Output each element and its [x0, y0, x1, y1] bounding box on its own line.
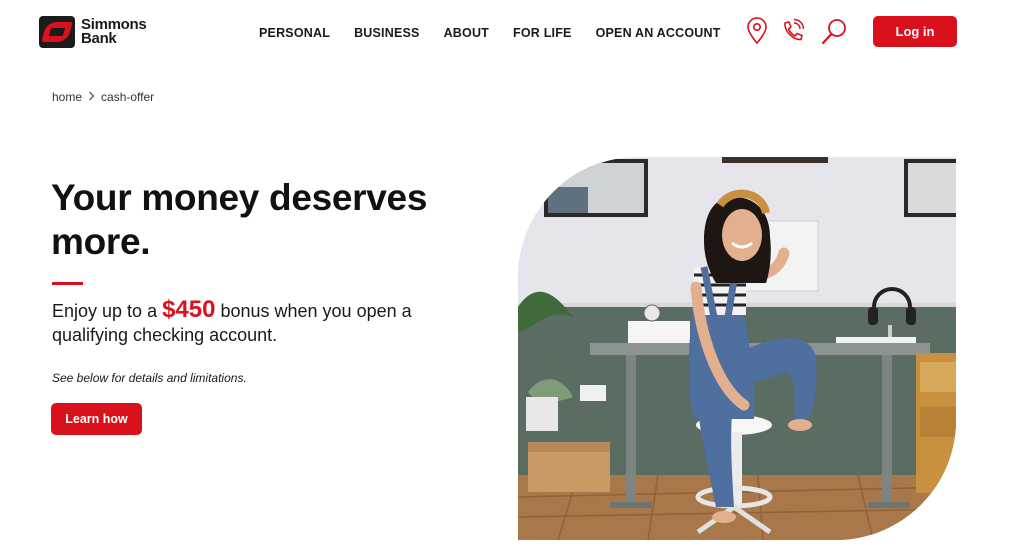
bonus-amount: $450	[162, 296, 216, 323]
login-button[interactable]: Log in	[873, 16, 957, 47]
main-nav: PERSONAL BUSINESS ABOUT FOR LIFE OPEN AN…	[259, 26, 721, 40]
logo-wordmark: Simmons Bank	[81, 17, 147, 47]
title-divider	[52, 282, 83, 285]
logo-name-line2: Bank	[81, 30, 117, 47]
nav-item-personal[interactable]: PERSONAL	[259, 26, 330, 40]
breadcrumb-current: cash-offer	[101, 90, 155, 104]
nav-item-for-life[interactable]: FOR LIFE	[513, 26, 572, 40]
search-icon[interactable]	[819, 16, 849, 46]
site-header: Simmons Bank PERSONAL BUSINESS ABOUT FOR…	[0, 0, 1024, 64]
hero-image	[518, 157, 956, 540]
location-pin-icon[interactable]	[744, 16, 770, 46]
disclaimer-text: See below for details and limitations.	[52, 371, 247, 385]
phone-icon[interactable]	[779, 16, 805, 46]
hero-subtitle: Enjoy up to a $450 bonus when you open a…	[52, 298, 452, 347]
learn-how-button[interactable]: Learn how	[51, 403, 142, 435]
nav-item-open-an-account[interactable]: OPEN AN ACCOUNT	[596, 26, 721, 40]
nav-item-business[interactable]: BUSINESS	[354, 26, 420, 40]
page-title: Your money deserves more.	[51, 177, 428, 262]
subtitle-before: Enjoy up to a	[52, 301, 163, 321]
simmons-bank-logo[interactable]: Simmons Bank	[39, 16, 147, 48]
logo-mark-icon	[39, 16, 75, 48]
nav-item-about[interactable]: ABOUT	[444, 26, 489, 40]
breadcrumb-home[interactable]: home	[52, 90, 82, 104]
breadcrumb: home cash-offer	[52, 90, 154, 104]
chevron-right-icon	[88, 90, 95, 104]
